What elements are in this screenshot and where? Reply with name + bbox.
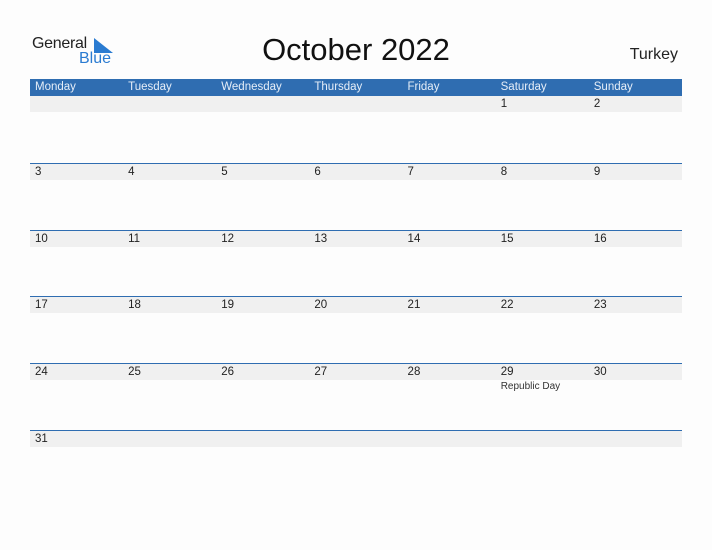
- day-number: 14: [407, 233, 421, 245]
- day-number: 10: [35, 233, 48, 245]
- day-number: 24: [35, 366, 48, 378]
- day-number: [408, 431, 496, 447]
- day-cell: 17: [30, 297, 123, 313]
- day-number: 7: [407, 166, 414, 178]
- day-cell: [123, 96, 216, 112]
- day-number: [501, 431, 589, 447]
- day-cell: 15: [496, 231, 589, 247]
- day-cell: [309, 431, 402, 447]
- weekday-wednesday: Wednesday: [221, 81, 282, 93]
- day-number: 5: [221, 166, 228, 178]
- day-number: 15: [500, 233, 514, 245]
- day-cell: 2: [589, 96, 682, 112]
- day-number: [35, 96, 123, 112]
- holiday-label: Republic Day: [500, 381, 561, 392]
- weekday-header: Monday Tuesday Wednesday Thursday Friday…: [30, 79, 682, 96]
- day-cell: 1: [496, 96, 589, 112]
- day-number: 27: [314, 366, 328, 378]
- day-cell: 19: [216, 297, 309, 313]
- day-number: 9: [593, 166, 601, 178]
- day-number: 6: [314, 166, 321, 178]
- day-number: 17: [35, 299, 48, 311]
- day-cell: 14: [403, 231, 496, 247]
- day-number: 31: [35, 433, 48, 445]
- day-cell: 6: [309, 164, 402, 180]
- day-number: 20: [314, 299, 328, 311]
- day-cell: [216, 96, 309, 112]
- weekday-sunday: Sunday: [593, 81, 633, 93]
- day-cell: [30, 96, 123, 112]
- day-number: 1: [500, 98, 508, 110]
- day-cell: 13: [309, 231, 402, 247]
- day-number: [128, 431, 216, 447]
- day-number: [128, 96, 216, 112]
- day-number: 2: [593, 98, 601, 110]
- day-cell: 27: [309, 364, 402, 380]
- day-cell: [589, 431, 682, 447]
- day-cell: [403, 96, 496, 112]
- day-number: 18: [128, 299, 141, 311]
- weekday-monday: Monday: [35, 81, 76, 93]
- day-cell: 7: [403, 164, 496, 180]
- weekday-tuesday: Tuesday: [128, 81, 172, 93]
- day-cell: 3: [30, 164, 123, 180]
- day-cell: 20: [309, 297, 402, 313]
- day-cell: 11: [123, 231, 216, 247]
- day-cell: [496, 431, 589, 447]
- day-cell: [309, 96, 402, 112]
- day-number: [314, 96, 402, 112]
- day-cell: 12: [216, 231, 309, 247]
- day-number: [408, 96, 496, 112]
- calendar-title: October 2022: [262, 32, 450, 67]
- day-cell: 26: [216, 364, 309, 380]
- day-number: [594, 431, 682, 447]
- day-cell: 22: [496, 297, 589, 313]
- day-cell: 8: [496, 164, 589, 180]
- day-cell: 9: [589, 164, 682, 180]
- day-number: 29: [500, 366, 514, 378]
- day-number: 11: [128, 233, 141, 245]
- day-cell: 23: [589, 297, 682, 313]
- weekday-saturday: Saturday: [500, 81, 547, 93]
- day-cell: 25: [123, 364, 216, 380]
- day-cell: 5: [216, 164, 309, 180]
- day-cell: [123, 431, 216, 447]
- day-number: 26: [221, 366, 235, 378]
- day-cell: [403, 431, 496, 447]
- day-number: 19: [221, 299, 235, 311]
- day-cell: 10: [30, 231, 123, 247]
- day-number: [314, 431, 402, 447]
- day-number: 8: [500, 166, 508, 178]
- day-cell: 18: [123, 297, 216, 313]
- day-number: 28: [407, 366, 421, 378]
- day-cell: 29 Republic Day: [496, 364, 589, 393]
- day-cell: [216, 431, 309, 447]
- day-number: [221, 431, 309, 447]
- day-cell: 28: [403, 364, 496, 380]
- weekday-friday: Friday: [407, 81, 440, 93]
- day-number: 4: [128, 166, 135, 178]
- day-number: 30: [593, 366, 607, 378]
- day-cell: 30: [589, 364, 682, 380]
- day-number: 13: [314, 233, 328, 245]
- weekday-thursday: Thursday: [314, 81, 363, 93]
- day-number: 25: [128, 366, 141, 378]
- day-number: 12: [221, 233, 235, 245]
- day-cell: 4: [123, 164, 216, 180]
- day-number: [221, 96, 309, 112]
- country-label: Turkey: [629, 46, 678, 63]
- day-cell: 31: [30, 431, 123, 447]
- day-number: 23: [593, 299, 607, 311]
- day-number: 22: [500, 299, 514, 311]
- day-number: 3: [35, 166, 42, 178]
- day-number: 16: [593, 233, 607, 245]
- day-cell: 21: [403, 297, 496, 313]
- day-number: 21: [407, 299, 421, 311]
- day-cell: 24: [30, 364, 123, 380]
- day-cell: 16: [589, 231, 682, 247]
